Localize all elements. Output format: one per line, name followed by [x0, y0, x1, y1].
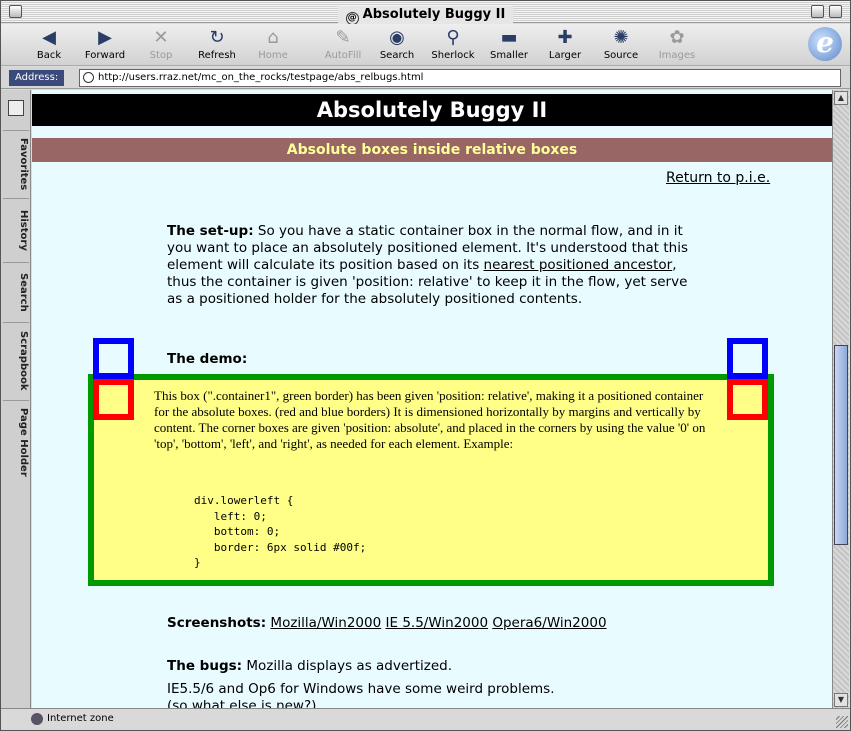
larger-icon: ✚: [557, 27, 573, 48]
source-button[interactable]: ✺ Source: [593, 26, 649, 64]
toolbar: ◀ Back ▶ Forward ✕ Stop ↻ Refresh ⌂ Home ✎ Aut…: [1, 24, 850, 66]
code-example: div.lowerleft { left: 0; bottom: 0; bord…: [194, 494, 367, 569]
collapse-box[interactable]: [829, 5, 842, 18]
opera-screenshot-link[interactable]: Opera6/Win2000: [492, 615, 606, 631]
explorer-bar-tabs: Favorites History Search Scrapbook Page …: [1, 90, 31, 708]
refresh-icon: ↻: [209, 27, 225, 48]
scroll-thumb[interactable]: [834, 345, 848, 545]
address-url: http://users.rraz.net/mc_on_the_rocks/te…: [98, 72, 424, 83]
images-icon: ✿: [669, 27, 685, 48]
window-title: @ Absolutely Buggy II: [337, 6, 514, 25]
page-title: Absolutely Buggy II: [32, 94, 832, 126]
autofill-icon: ✎: [335, 27, 351, 48]
scroll-up-arrow-icon[interactable]: ▲: [834, 91, 848, 105]
internet-zone-icon: [31, 713, 43, 725]
source-label: Source: [603, 50, 639, 61]
stop-icon: ✕: [153, 27, 169, 48]
sidetab-favorites[interactable]: Favorites: [3, 130, 29, 194]
explorer-bar-icon[interactable]: [8, 100, 24, 116]
sidetab-history[interactable]: History: [3, 198, 29, 258]
search-button[interactable]: ◉ Search: [369, 26, 425, 64]
smaller-button[interactable]: ▬ Smaller: [481, 26, 537, 64]
bugs-text: Mozilla displays as advertized.: [242, 658, 453, 674]
back-arrow-icon: ◀: [42, 27, 56, 48]
sidetab-scrapbook[interactable]: Scrapbook: [3, 322, 29, 394]
larger-button[interactable]: ✚ Larger: [537, 26, 593, 64]
back-label: Back: [36, 50, 62, 61]
home-button[interactable]: ⌂ Home: [245, 26, 301, 64]
bugs-label: The bugs:: [167, 658, 243, 674]
upper-left-blue-box: [93, 338, 134, 379]
forward-button[interactable]: ▶ Forward: [77, 26, 133, 64]
ie-screenshot-link[interactable]: IE 5.5/Win2000: [386, 615, 489, 631]
nearest-ancestor-link[interactable]: nearest positioned ancestor: [484, 257, 673, 273]
zoom-box[interactable]: [811, 5, 824, 18]
smaller-label: Smaller: [489, 50, 529, 61]
upper-left-red-box: [93, 379, 134, 420]
status-bar: Internet zone: [1, 708, 850, 730]
mozilla-screenshot-link[interactable]: Mozilla/Win2000: [270, 615, 381, 631]
home-label: Home: [258, 50, 288, 61]
screenshots-line: Screenshots: Mozilla/Win2000 IE 5.5/Win2…: [167, 615, 697, 632]
search-eye-icon: ◉: [389, 27, 405, 48]
refresh-label: Refresh: [198, 50, 236, 61]
title-wrap: @ Absolutely Buggy II: [1, 3, 850, 25]
address-input[interactable]: http://users.rraz.net/mc_on_the_rocks/te…: [79, 69, 841, 87]
demo-text: This box (".container1", green border) h…: [154, 388, 706, 451]
screenshots-label: Screenshots:: [167, 615, 267, 631]
title-bar[interactable]: @ Absolutely Buggy II: [1, 1, 850, 25]
ie-logo-icon[interactable]: e: [808, 27, 842, 61]
back-button[interactable]: ◀ Back: [21, 26, 77, 64]
home-icon: ⌂: [267, 27, 279, 48]
return-link[interactable]: Return to p.i.e.: [666, 170, 770, 186]
larger-label: Larger: [548, 50, 582, 61]
stop-label: Stop: [149, 50, 173, 61]
scroll-down-arrow-icon[interactable]: ▼: [834, 693, 848, 707]
bugs-line-2: IE5.5/6 and Op6 for Windows have some we…: [167, 681, 555, 697]
page-icon: [83, 72, 94, 83]
sherlock-button[interactable]: ⚲ Sherlock: [425, 26, 481, 64]
sidetab-search[interactable]: Search: [3, 262, 29, 318]
bugs-line-3: (so what else is new?): [167, 698, 317, 708]
sherlock-label: Sherlock: [431, 50, 475, 61]
upper-right-blue-box: [727, 338, 768, 379]
bugs-line: The bugs: Mozilla displays as advertized…: [167, 658, 697, 675]
forward-arrow-icon: ▶: [98, 27, 112, 48]
page-viewport[interactable]: Absolutely Buggy II Absolute boxes insid…: [32, 90, 832, 708]
upper-right-red-box: [727, 379, 768, 420]
forward-label: Forward: [84, 50, 126, 61]
smaller-icon: ▬: [500, 27, 518, 48]
sherlock-icon: ⚲: [446, 27, 460, 48]
resize-grip-icon[interactable]: [836, 716, 848, 728]
images-button[interactable]: ✿ Images: [649, 26, 705, 64]
sidetab-page-holder[interactable]: Page Holder: [3, 400, 29, 480]
demo-heading: The demo:: [167, 351, 248, 367]
status-zone: Internet zone: [47, 713, 114, 724]
images-label: Images: [658, 50, 696, 61]
demo-container: This box (".container1", green border) h…: [88, 374, 774, 586]
browser-window: @ Absolutely Buggy II ◀ Back ▶ Forward ✕ Sto…: [0, 0, 851, 731]
window-title-text: Absolutely Buggy II: [362, 7, 506, 22]
setup-label: The set-up:: [167, 223, 254, 239]
stop-button[interactable]: ✕ Stop: [133, 26, 189, 64]
autofill-button[interactable]: ✎ AutoFill: [315, 26, 371, 64]
address-label: Address:: [9, 70, 65, 86]
vertical-scrollbar[interactable]: ▲ ▼: [832, 90, 849, 708]
autofill-label: AutoFill: [324, 50, 362, 61]
address-bar: Address: http://users.rraz.net/mc_on_the…: [1, 67, 850, 89]
refresh-button[interactable]: ↻ Refresh: [189, 26, 245, 64]
source-icon: ✺: [613, 27, 629, 48]
setup-paragraph: The set-up: So you have a static contain…: [167, 223, 697, 308]
page-subtitle: Absolute boxes inside relative boxes: [32, 138, 832, 162]
search-label: Search: [379, 50, 415, 61]
